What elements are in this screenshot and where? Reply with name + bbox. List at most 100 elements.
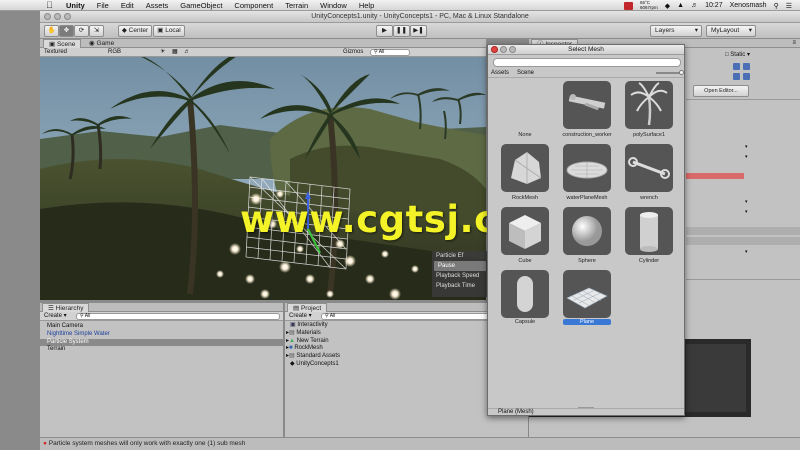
mesh-thumb-construction-worker[interactable] [563,81,611,129]
mesh-label-cube[interactable]: Cube [493,258,557,264]
static-checkbox[interactable]: □ Static ▾ [725,51,799,58]
gradient-bar[interactable] [686,173,744,179]
tab-project[interactable]: ▤ Project [287,303,328,312]
move-tool-icon[interactable]: ✥ [59,25,74,37]
gizmos-dropdown[interactable]: Gizmos [343,48,363,56]
mesh-label-waterplanemesh[interactable]: waterPlaneMesh [555,195,619,201]
hierarchy-item-terrain[interactable]: Terrain [40,346,283,354]
rotate-tool-icon[interactable]: ⟳ [74,25,89,37]
clock[interactable]: 10:27 [705,2,723,9]
mesh-thumb-sphere[interactable] [563,207,611,255]
playback-time-label[interactable]: Playback Time [432,281,488,291]
unity-scene-icon: ◆ [290,360,295,367]
menu-unity[interactable]: Unity [66,0,85,11]
menu-terrain[interactable]: Terrain [285,0,308,11]
pause-button[interactable]: ❚❚ [393,25,410,37]
dialog-tab-scene[interactable]: Scene [517,70,534,76]
mesh-thumb-rockmesh[interactable] [501,144,549,192]
hierarchy-create-button[interactable]: Create ▾ [44,312,67,321]
chevron-down-icon[interactable]: ▾ [745,144,748,150]
scale-tool-icon[interactable]: ⇲ [89,25,104,37]
dialog-search-input[interactable] [493,58,681,67]
render-mode-dropdown[interactable]: Textured [44,48,67,56]
dialog-zoom-button[interactable] [509,46,516,53]
spotlight-icon[interactable]: ⚲ [774,2,779,10]
layout-dropdown[interactable]: MyLayout ▾ [706,25,756,37]
audio-icon[interactable]: ♬ [184,48,190,56]
zoom-slider-knob[interactable] [679,70,684,75]
mesh-thumb-cylinder[interactable] [625,207,673,255]
project-create-button[interactable]: Create ▾ [289,312,312,321]
menu-help[interactable]: Help [359,0,374,11]
playback-speed-label[interactable]: Playback Speed [432,271,488,281]
record-icon[interactable] [623,1,633,10]
status-bar[interactable]: ● Particle system meshes will only work … [40,437,800,450]
scene-view[interactable] [40,39,486,300]
chevron-down-icon[interactable]: ▾ [745,199,748,205]
hand-tool-icon[interactable]: ✋ [44,25,59,37]
menu-window[interactable]: Window [320,0,347,11]
mesh-label-cylinder[interactable]: Cylinder [617,258,681,264]
chevron-down-icon[interactable]: ▾ [745,154,748,160]
hierarchy-item-water[interactable]: Nighttime Simple Water [40,331,283,339]
settings-icon[interactable] [743,73,750,80]
open-editor-button[interactable]: Open Editor... [693,85,749,97]
apple-icon[interactable]:  [46,0,53,11]
menu-file[interactable]: File [97,0,109,11]
hierarchy-item-main-camera[interactable]: Main Camera [40,323,283,331]
dialog-tab-assets[interactable]: Assets [491,70,509,76]
lighting-icon[interactable]: ☀ [160,48,165,56]
settings-icon[interactable] [743,63,750,70]
help-icon[interactable] [733,63,740,70]
minimize-window-button[interactable] [54,13,61,20]
tab-hierarchy[interactable]: ☰ Hierarchy [42,303,90,312]
mesh-thumb-polysurface1[interactable] [625,81,673,129]
mesh-thumb-waterplanemesh[interactable] [563,144,611,192]
list-icon[interactable]: ☰ [786,2,792,10]
menu-edit[interactable]: Edit [121,0,134,11]
play-button[interactable]: ▶ [376,25,393,37]
image-icon[interactable]: ▦ [172,48,178,56]
hierarchy-search-input[interactable]: ⚲ All [76,313,280,320]
tab-game[interactable]: ◉ Game [84,39,119,48]
mesh-label-plane[interactable]: Plane [563,319,611,325]
color-channel-dropdown[interactable]: RGB [108,48,121,56]
layers-dropdown[interactable]: Layers ▾ [650,25,702,37]
dropbox-icon[interactable]: ◆ [665,2,670,10]
wifi-icon[interactable]: ▲ [677,2,684,9]
mesh-label-sphere[interactable]: Sphere [555,258,619,264]
mesh-thumb-plane[interactable] [563,270,611,318]
chevron-down-icon[interactable]: ▾ [745,249,748,255]
cpu-monitor[interactable]: 65°C 6067rpm [640,0,658,10]
scene-search-input[interactable]: ⚲ All [370,49,410,56]
dialog-close-button[interactable] [491,46,498,53]
help-icon[interactable] [733,73,740,80]
dialog-minimize-button[interactable] [500,46,507,53]
mesh-thumb-cube[interactable] [501,207,549,255]
pivot-local-button[interactable]: ▣ Local [153,25,185,37]
panel-menu-icon[interactable]: ≡ [792,39,796,48]
chevron-down-icon[interactable]: ▾ [745,209,748,215]
hierarchy-item-particle-system[interactable]: Particle System [40,338,283,347]
step-button[interactable]: ▶❚ [410,25,427,37]
zoom-window-button[interactable] [64,13,71,20]
mesh-label-rockmesh[interactable]: RockMesh [493,195,557,201]
pivot-center-button[interactable]: ◆ Center [118,25,152,37]
menu-component[interactable]: Component [234,0,273,11]
pause-particle-button[interactable]: Pause [434,261,486,271]
mesh-thumb-wrench[interactable] [625,144,673,192]
mesh-thumb-capsule[interactable] [501,270,549,318]
mesh-label-none[interactable]: None [493,132,557,138]
mesh-label-construction-worker[interactable]: construction_worker [555,132,619,138]
mesh-label-capsule[interactable]: Capsule [493,319,557,325]
inspector-section-header[interactable] [686,227,800,235]
menu-gameobject[interactable]: GameObject [180,0,222,11]
mesh-label-polysurface1[interactable]: polySurface1 [617,132,681,138]
mesh-label-wrench[interactable]: wrench [617,195,681,201]
close-window-button[interactable] [44,13,51,20]
tab-scene[interactable]: ▣ Scene [43,39,82,48]
inspector-section-header[interactable] [686,237,800,245]
menu-assets[interactable]: Assets [146,0,169,11]
user-name[interactable]: Xenosmash [730,2,767,9]
volume-icon[interactable]: ♬ [691,2,698,9]
